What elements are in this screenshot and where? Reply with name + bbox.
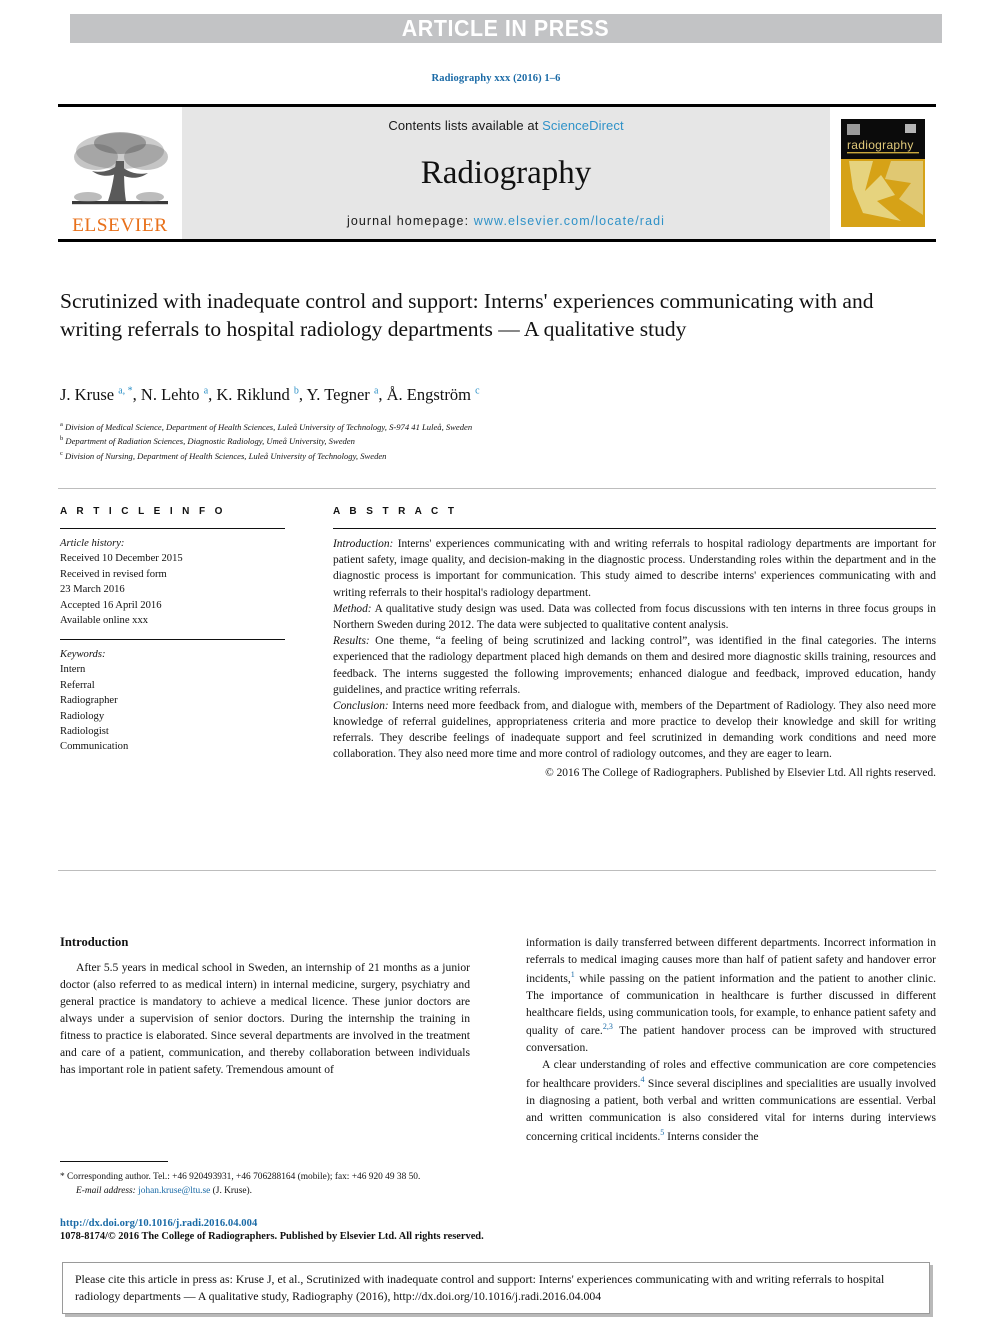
article-page: ARTICLE IN PRESS Radiography xxx (2016) … <box>0 0 992 1323</box>
article-body: Introduction After 5.5 years in medical … <box>60 935 936 1235</box>
affiliation-item: b Department of Radiation Sciences, Diag… <box>60 434 920 448</box>
cite-this-article-text: Please cite this article in press as: Kr… <box>75 1272 885 1304</box>
abstract-body: Introduction: Interns' experiences commu… <box>333 536 936 781</box>
homepage-prefix: journal homepage: <box>346 214 474 228</box>
doi-link[interactable]: http://dx.doi.org/10.1016/j.radi.2016.04… <box>60 1218 660 1229</box>
abstract-section-text: One theme, “a feeling of being scrutiniz… <box>333 635 936 696</box>
abstract-paragraph: Conclusion: Interns need more feedback f… <box>333 698 936 763</box>
issn-copyright-line: 1078-8174/© 2016 The College of Radiogra… <box>60 1231 484 1242</box>
elsevier-wordmark: ELSEVIER <box>72 215 168 236</box>
elsevier-logo: ELSEVIER <box>58 107 182 239</box>
article-in-press-label: ARTICLE IN PRESS <box>402 15 610 41</box>
abstract-section-text: A qualitative study design was used. Dat… <box>333 602 936 631</box>
abstract-section-text: Interns need more feedback from, and dia… <box>333 699 936 761</box>
abstract-paragraph: Introduction: Interns' experiences commu… <box>333 536 936 601</box>
journal-masthead: ELSEVIER Contents lists available at Sci… <box>58 104 936 242</box>
keyword-item: Radiologist <box>60 725 109 737</box>
abstract-section-label: Introduction: <box>333 538 394 550</box>
abstract-section-label: Method: <box>333 602 372 615</box>
abstract-section-label: Conclusion: <box>333 699 389 712</box>
keyword-item: Radiology <box>60 710 105 722</box>
keywords-block: Keywords: Intern Referral Radiographer R… <box>60 647 285 755</box>
keyword-item: Radiographer <box>60 695 118 707</box>
footnote-email-line: E-mail address: johan.kruse@ltu.se (J. K… <box>60 1184 470 1198</box>
svg-text:radiography: radiography <box>847 138 914 152</box>
author-list: J. Kruse a, *, N. Lehto a, K. Riklund b,… <box>60 385 480 404</box>
abstract-section-divider <box>58 870 936 871</box>
section-heading-introduction: Introduction <box>60 935 129 949</box>
article-history-block: Article history: Received 10 December 20… <box>60 536 285 629</box>
keywords-rule <box>60 638 285 640</box>
article-history-item: Received in revised form <box>60 568 167 580</box>
journal-homepage-line: journal homepage: www.elsevier.com/locat… <box>347 214 665 228</box>
affiliation-text: Division of Medical Science, Department … <box>65 421 473 432</box>
article-history-item: Accepted 16 April 2016 <box>60 599 162 611</box>
abstract-column: A B S T R A C T Introduction: Interns' e… <box>333 506 936 781</box>
article-history-label: Article history: <box>60 538 125 549</box>
article-info-column: A R T I C L E I N F O Article history: R… <box>60 506 285 755</box>
article-title: Scrutinized with inadequate control and … <box>60 289 874 341</box>
affiliation-marker: c <box>60 449 63 457</box>
affiliation-marker: a <box>60 421 63 428</box>
affiliation-marker: b <box>60 435 64 443</box>
affiliation-text: Division of Nursing, Department of Healt… <box>65 450 387 461</box>
journal-title: Radiography <box>420 155 592 191</box>
abstract-heading: A B S T R A C T <box>333 506 458 517</box>
contents-lists-line: Contents lists available at ScienceDirec… <box>388 118 623 133</box>
journal-reference-line: Radiography xxx (2016) 1–6 <box>431 73 561 84</box>
article-history-item: 23 March 2016 <box>60 584 125 596</box>
intro-continued-paragraph: information is daily transferred between… <box>526 936 936 1055</box>
abstract-copyright: © 2016 The College of Radiographers. Pub… <box>545 766 936 779</box>
abstract-section-label: Results: <box>333 635 370 648</box>
article-info-heading: A R T I C L E I N F O <box>60 506 226 517</box>
elsevier-tree-icon <box>72 132 168 205</box>
email-address-owner: (J. Kruse). <box>212 1186 252 1197</box>
radiography-cover-icon: radiography <box>839 117 927 229</box>
corresponding-author-footnote: * Corresponding author. Tel.: +46 920493… <box>60 1161 470 1198</box>
abstract-rule <box>333 528 936 529</box>
introduction-paragraph: After 5.5 years in medical school in Swe… <box>60 961 470 1076</box>
article-history-item: Received 10 December 2015 <box>60 553 183 565</box>
info-section-divider <box>58 488 936 489</box>
keyword-item: Referral <box>60 679 95 691</box>
contents-lists-prefix: Contents lists available at <box>388 118 543 133</box>
article-info-rule <box>60 528 285 529</box>
abstract-paragraph: Results: One theme, “a feeling of being … <box>333 633 936 698</box>
article-in-press-banner: ARTICLE IN PRESS <box>70 14 942 43</box>
keywords-label: Keywords: <box>60 648 106 660</box>
affiliation-text: Department of Radiation Sciences, Diagno… <box>65 436 355 447</box>
sciencedirect-link[interactable]: ScienceDirect <box>542 118 624 133</box>
abstract-paragraph: Method: A qualitative study design was u… <box>333 601 936 633</box>
journal-cover-thumbnail: radiography <box>830 107 936 239</box>
email-address-link[interactable]: johan.kruse@ltu.se <box>138 1186 210 1196</box>
intro-paragraph-two: A clear understanding of roles and effec… <box>526 1058 936 1143</box>
homepage-link[interactable]: www.elsevier.com/locate/radi <box>474 214 665 228</box>
body-column-right: information is daily transferred between… <box>526 935 936 1146</box>
keyword-item: Intern <box>60 664 86 676</box>
affiliation-item: a Division of Medical Science, Departmen… <box>60 420 920 434</box>
footnote-rule <box>60 1161 168 1162</box>
affiliation-item: c Division of Nursing, Department of Hea… <box>60 449 920 463</box>
doi-footer: http://dx.doi.org/10.1016/j.radi.2016.04… <box>60 1218 660 1242</box>
email-address-label: E-mail address: <box>76 1186 136 1197</box>
masthead-center: Contents lists available at ScienceDirec… <box>182 107 830 239</box>
footnote-corresponding: * Corresponding author. Tel.: +46 920493… <box>60 1172 421 1182</box>
body-column-left: Introduction After 5.5 years in medical … <box>60 935 470 1196</box>
article-history-item: Available online xxx <box>60 615 149 627</box>
affiliation-list: a Division of Medical Science, Departmen… <box>60 420 920 463</box>
keyword-item: Communication <box>60 741 129 753</box>
abstract-section-text: Interns' experiences communicating with … <box>333 538 936 599</box>
cite-this-article-box: Please cite this article in press as: Kr… <box>62 1262 930 1315</box>
